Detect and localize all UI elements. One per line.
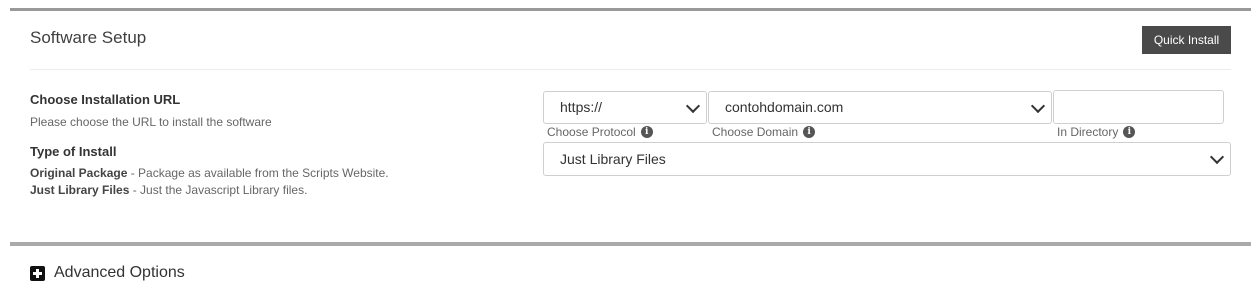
install-type-description: Original Package - Package as available … (30, 166, 389, 180)
info-icon[interactable]: i (640, 126, 653, 138)
install-type-label: Type of Install (30, 144, 117, 159)
advanced-options-label: Advanced Options (54, 264, 185, 281)
domain-select[interactable]: contohdomain.com (708, 91, 1052, 124)
protocol-caption-label: Choose Protocol (547, 125, 636, 139)
section-title: Software Setup (30, 28, 147, 47)
plus-square-icon (30, 265, 45, 281)
top-divider (10, 8, 1251, 11)
install-type-option-name: Just Library Files (30, 183, 130, 197)
chevron-down-icon (685, 98, 701, 113)
info-icon[interactable]: i (1123, 126, 1136, 138)
install-type-select[interactable]: Just Library Files (543, 142, 1231, 176)
install-type-option-text: - Just the Javascript Library files. (129, 183, 308, 197)
installation-url-label: Choose Installation URL (30, 92, 181, 107)
domain-caption-label: Choose Domain (712, 125, 799, 139)
software-setup-page: Software Setup Quick Install Choose Inst… (0, 0, 1258, 301)
installation-url-help: Please choose the URL to install the sof… (30, 115, 272, 129)
directory-caption-label: In Directory (1057, 125, 1119, 139)
protocol-select-value: https:// (560, 99, 603, 115)
domain-select-value: contohdomain.com (725, 99, 844, 115)
info-icon[interactable]: i (803, 126, 816, 138)
header-divider (30, 69, 1231, 70)
chevron-down-icon (1030, 98, 1046, 113)
quick-install-button[interactable]: Quick Install (1142, 26, 1231, 54)
install-type-option-text: - Package as available from the Scripts … (127, 166, 389, 180)
protocol-select[interactable]: https:// (543, 91, 707, 124)
install-type-select-value: Just Library Files (560, 151, 666, 167)
install-type-description: Just Library Files - Just the Javascript… (30, 183, 307, 197)
chevron-down-icon (1209, 149, 1225, 165)
install-type-option-name: Original Package (30, 166, 128, 180)
advanced-options-toggle[interactable]: Advanced Options (30, 264, 185, 282)
domain-caption: Choose Domain i (712, 125, 816, 139)
section-divider (10, 242, 1251, 246)
protocol-caption: Choose Protocol i (547, 125, 653, 139)
directory-input[interactable] (1053, 90, 1224, 124)
directory-caption: In Directory i (1057, 125, 1136, 139)
